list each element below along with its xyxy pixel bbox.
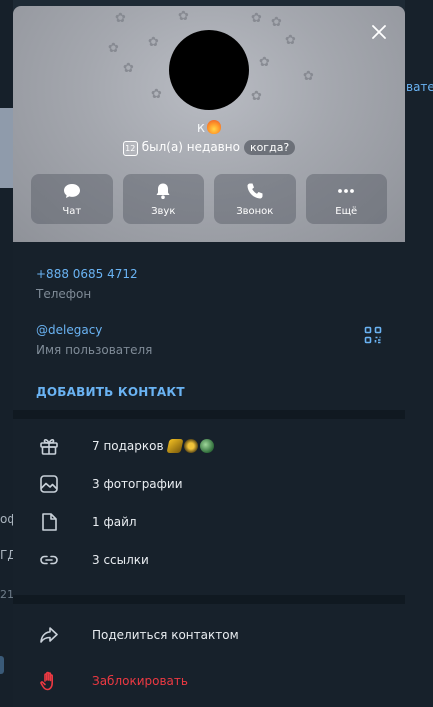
- user-profile-modal: ✿ ✿ ✿ ✿ ✿ ✿ ✿ ✿ ✿ ✿ ✿ ✿ к 12 был(а) недавно когда…: [13, 6, 405, 707]
- gift-sticker-icon: [183, 439, 198, 453]
- list-item-photos[interactable]: 3 фотографии: [13, 465, 405, 503]
- phone-icon: [247, 183, 263, 199]
- background-text: офо: [0, 512, 13, 526]
- bell-icon: [156, 183, 170, 199]
- call-label: Звонок: [236, 206, 274, 217]
- mute-label: Звук: [151, 206, 176, 217]
- qr-code-icon: [364, 326, 382, 344]
- add-contact-button[interactable]: ДОБАВИТЬ КОНТАКТ: [36, 385, 185, 399]
- share-contact-label: Поделиться контактом: [92, 628, 239, 642]
- last-seen-status: 12 был(а) недавно когда?: [13, 140, 405, 156]
- close-icon: [372, 25, 386, 39]
- profile-name: к: [13, 120, 405, 136]
- qr-code-button[interactable]: [364, 326, 382, 344]
- gifts-row: 7 подарков: [92, 439, 214, 453]
- file-icon: [42, 513, 57, 531]
- background-indicator: [0, 656, 4, 674]
- profile-name-text: к: [196, 120, 206, 136]
- list-item-files[interactable]: 1 файл: [13, 503, 405, 541]
- profile-header: ✿ ✿ ✿ ✿ ✿ ✿ ✿ ✿ ✿ ✿ ✿ ✿ к 12 был(а) недавно когда…: [13, 6, 405, 242]
- link-icon: [40, 555, 58, 565]
- mute-button[interactable]: Звук: [122, 174, 204, 224]
- gift-sticker-icon: [166, 439, 184, 453]
- block-user-button[interactable]: Заблокировать: [13, 658, 405, 704]
- block-user-label: Заблокировать: [92, 674, 188, 688]
- more-label: Ещё: [335, 206, 358, 217]
- more-button[interactable]: Ещё: [305, 174, 387, 224]
- calendar-badge-icon: 12: [122, 141, 138, 156]
- status-text: был(а) недавно: [141, 140, 240, 154]
- gift-icon: [40, 439, 58, 455]
- chat-label: Чат: [62, 206, 82, 217]
- photos-label: 3 фотографии: [92, 477, 183, 491]
- emoji-status-icon[interactable]: [207, 120, 222, 134]
- phone-number[interactable]: +888 0685 4712: [36, 267, 138, 281]
- contact-info: +888 0685 4712 Телефон @delegacy Имя пол…: [13, 242, 405, 410]
- background-panel: [0, 108, 13, 188]
- list-item-gifts[interactable]: 7 подарков: [13, 427, 405, 465]
- more-icon: [338, 189, 355, 193]
- action-buttons: Чат Звук Звонок Ещё: [31, 174, 387, 224]
- shared-media-list: 7 подарков 3 фотографии 1 файл 3 ссылки: [13, 419, 405, 595]
- share-arrow-icon: [40, 627, 58, 643]
- photo-icon: [40, 475, 58, 493]
- files-label: 1 файл: [92, 515, 137, 529]
- chat-icon: [63, 184, 80, 198]
- username[interactable]: @delegacy: [36, 323, 102, 337]
- background-sidebar: [405, 0, 433, 707]
- chat-button[interactable]: Чат: [31, 174, 113, 224]
- gifts-label: 7 подарков: [92, 439, 164, 453]
- gift-sticker-icon: [199, 439, 214, 453]
- section-divider: [13, 410, 405, 419]
- share-contact-button[interactable]: Поделиться контактом: [13, 612, 405, 658]
- call-button[interactable]: Звонок: [214, 174, 296, 224]
- hand-stop-icon: [40, 671, 53, 691]
- list-item-links[interactable]: 3 ссылки: [13, 541, 405, 579]
- gift-emojis: [166, 439, 214, 453]
- avatar[interactable]: [169, 30, 249, 110]
- section-divider: [13, 595, 405, 604]
- close-button[interactable]: [369, 22, 389, 42]
- background-text: вател: [406, 80, 433, 94]
- links-label: 3 ссылки: [92, 553, 149, 567]
- background-text: 21:: [0, 588, 13, 601]
- contact-actions-list: Поделиться контактом Заблокировать: [13, 604, 405, 704]
- phone-caption: Телефон: [36, 287, 92, 301]
- background-text: ГД: [0, 548, 13, 562]
- username-caption: Имя пользователя: [36, 343, 153, 357]
- when-button[interactable]: когда?: [243, 140, 296, 155]
